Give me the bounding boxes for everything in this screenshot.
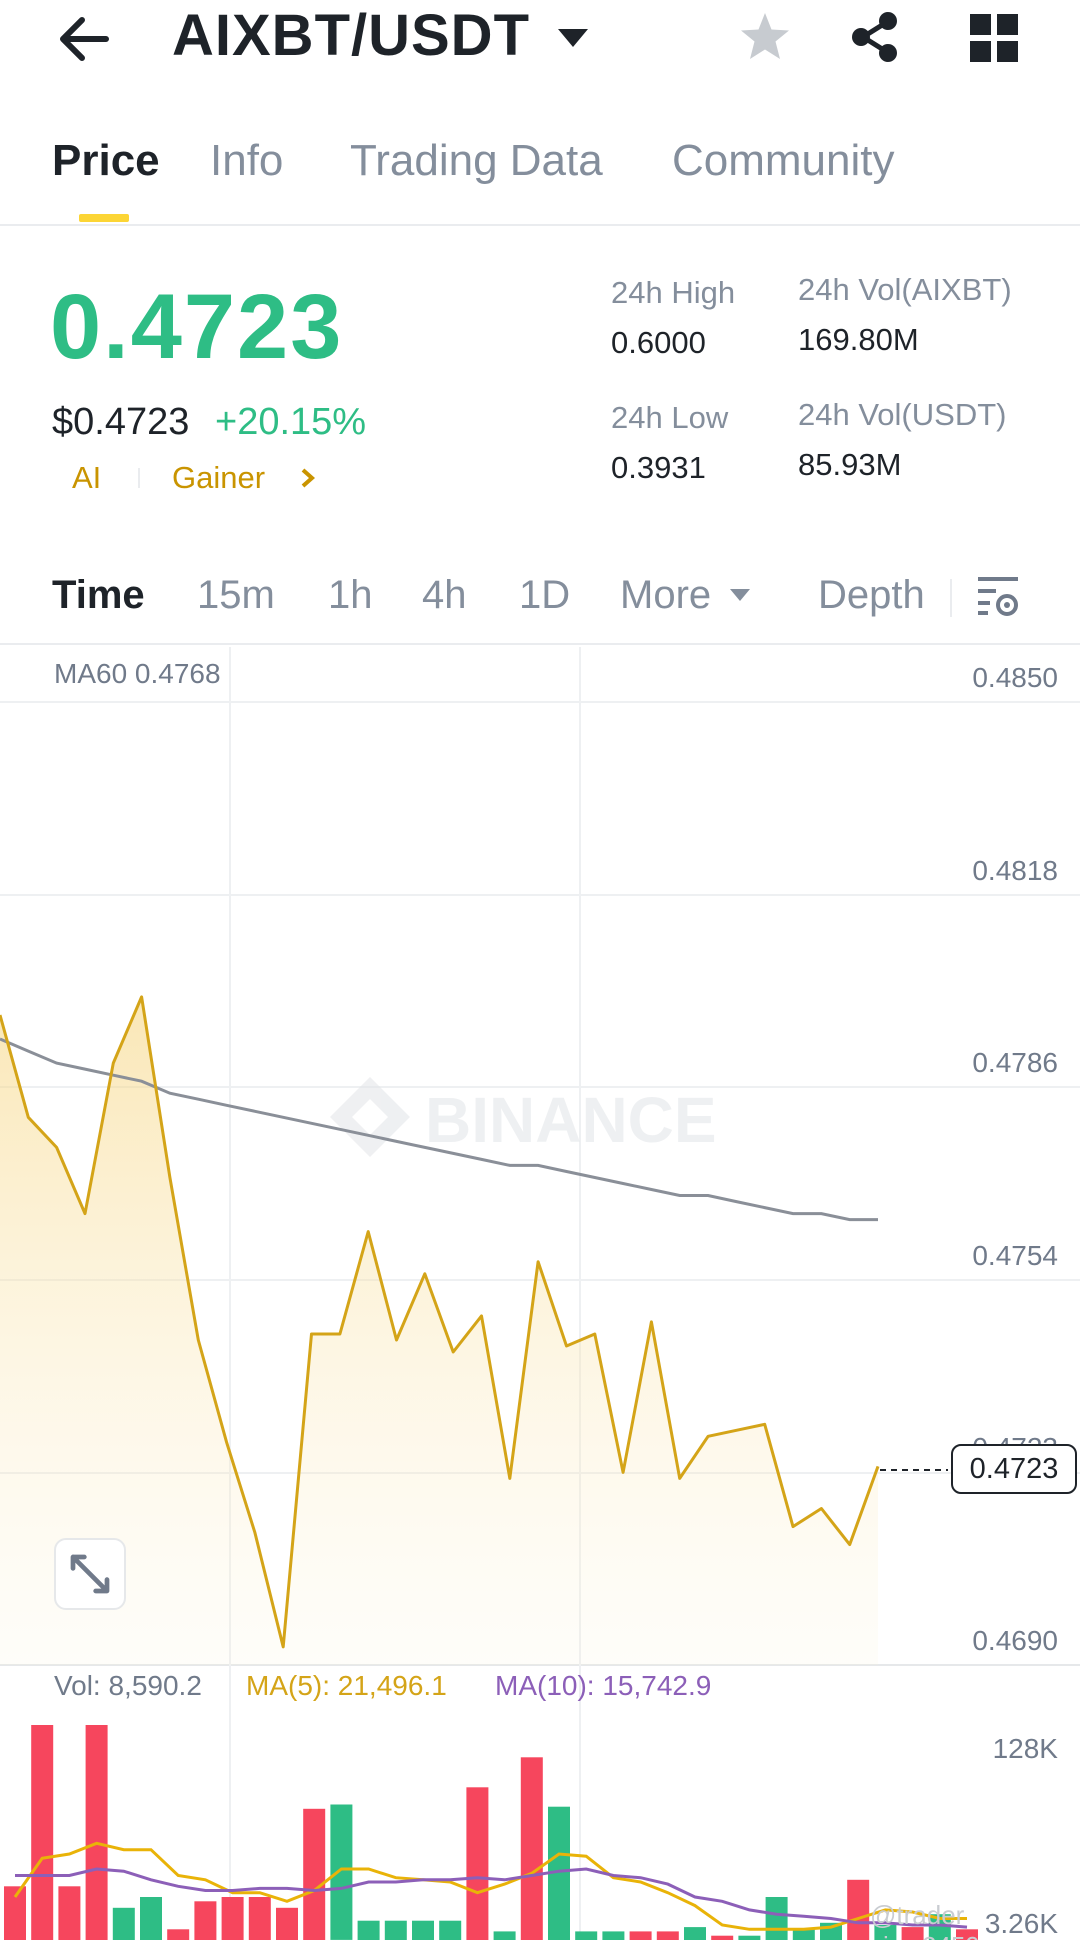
volume-bar bbox=[412, 1920, 434, 1940]
volume-bar bbox=[711, 1935, 734, 1940]
tag-divider bbox=[138, 468, 140, 488]
volume-bar bbox=[58, 1886, 81, 1940]
low-label: 24h Low bbox=[611, 400, 729, 435]
interval-15m[interactable]: 15m bbox=[197, 573, 275, 618]
last-price: 0.4723 bbox=[50, 276, 344, 378]
grid-icon[interactable] bbox=[968, 12, 1020, 64]
interval-1h[interactable]: 1h bbox=[328, 573, 373, 618]
volume-bar bbox=[738, 1935, 761, 1940]
vol-base-value: 169.80M bbox=[798, 322, 919, 357]
star-icon[interactable] bbox=[736, 8, 794, 66]
volume-bar bbox=[248, 1897, 271, 1940]
price-change-percent: +20.15% bbox=[215, 401, 367, 443]
price-chart[interactable]: BINANCE 0.4850 0.4818 0.4786 0.4754 0.47… bbox=[0, 647, 1080, 1940]
volume-bar bbox=[629, 1931, 652, 1940]
tab-trading-data[interactable]: Trading Data bbox=[350, 136, 603, 186]
price-axis-label: 0.4690 bbox=[972, 1625, 1058, 1656]
volume-bar bbox=[31, 1725, 54, 1940]
binance-watermark: BINANCE bbox=[330, 1077, 717, 1157]
price-axis-label: 0.4818 bbox=[972, 855, 1058, 886]
interval-bar: Time 15m 1h 4h 1D More Depth bbox=[0, 565, 1080, 645]
high-value: 0.6000 bbox=[611, 325, 706, 360]
usd-price: $0.4723 bbox=[52, 401, 190, 443]
volume-bar bbox=[602, 1931, 625, 1940]
tab-community[interactable]: Community bbox=[672, 136, 895, 186]
volume-bar bbox=[656, 1931, 679, 1940]
interval-4h[interactable]: 4h bbox=[422, 573, 467, 618]
current-price-tag: 0.4723 bbox=[951, 1444, 1077, 1494]
tab-bar: Price Info Trading Data Community bbox=[0, 130, 1080, 226]
high-label: 24h High bbox=[611, 275, 736, 310]
vol-base-label: 24h Vol(AIXBT) bbox=[798, 272, 1012, 307]
volume-bar bbox=[792, 1929, 815, 1940]
price-axis: 0.4850 0.4818 0.4786 0.4754 0.4723 0.469… bbox=[972, 662, 1058, 1656]
vol-quote-label: 24h Vol(USDT) bbox=[798, 397, 1007, 432]
volume-ma5-legend: MA(5): 21,496.1 bbox=[246, 1670, 447, 1701]
volume-bar bbox=[684, 1927, 706, 1940]
ma60-legend: MA60 0.4768 bbox=[54, 658, 221, 690]
interval-more[interactable]: More bbox=[620, 573, 711, 618]
pair-title[interactable]: AIXBT/USDT bbox=[172, 2, 530, 69]
volume-bar bbox=[765, 1897, 788, 1940]
chevron-down-icon[interactable] bbox=[555, 26, 591, 50]
volume-bar bbox=[140, 1897, 162, 1940]
price-axis-label: 0.4850 bbox=[972, 662, 1058, 693]
volume-bar bbox=[466, 1787, 489, 1940]
interval-1d[interactable]: 1D bbox=[519, 573, 570, 618]
tag-ai[interactable]: AI bbox=[72, 460, 101, 496]
tab-price[interactable]: Price bbox=[52, 136, 160, 186]
back-arrow-icon[interactable] bbox=[52, 4, 122, 74]
price-axis-label: 0.4786 bbox=[972, 1047, 1058, 1078]
volume-bar bbox=[194, 1901, 217, 1940]
interval-time[interactable]: Time bbox=[52, 573, 145, 618]
chevron-right-icon[interactable] bbox=[298, 464, 318, 492]
credit-watermark: @trader view2459 bbox=[870, 1900, 980, 1940]
volume-bar bbox=[167, 1929, 190, 1940]
tab-info[interactable]: Info bbox=[210, 136, 283, 186]
vol-quote-value: 85.93M bbox=[798, 447, 902, 482]
tag-gainer[interactable]: Gainer bbox=[172, 460, 265, 496]
volume-bar bbox=[575, 1931, 598, 1940]
volume-legend: Vol: 8,590.2 bbox=[54, 1670, 202, 1701]
price-axis-label: 0.4754 bbox=[972, 1240, 1058, 1271]
volume-bar bbox=[520, 1757, 543, 1940]
volume-bar bbox=[493, 1931, 516, 1940]
volume-bar bbox=[439, 1920, 462, 1940]
volume-bar bbox=[4, 1886, 26, 1940]
caret-down-icon[interactable] bbox=[728, 587, 752, 603]
volume-bar bbox=[847, 1879, 870, 1940]
share-icon[interactable] bbox=[846, 8, 904, 66]
low-value: 0.3931 bbox=[611, 450, 706, 485]
volume-axis-top: 128K bbox=[993, 1733, 1059, 1764]
expand-chart-icon[interactable] bbox=[54, 1538, 126, 1610]
interval-divider bbox=[950, 579, 952, 617]
depth-button[interactable]: Depth bbox=[818, 573, 925, 618]
volume-bar bbox=[384, 1920, 407, 1940]
active-tab-indicator bbox=[79, 214, 129, 222]
watermark-text: BINANCE bbox=[425, 1084, 717, 1156]
volume-bar bbox=[221, 1897, 244, 1940]
volume-bar bbox=[303, 1808, 326, 1940]
volume-bar bbox=[330, 1804, 353, 1940]
volume-ma10-legend: MA(10): 15,742.9 bbox=[495, 1670, 712, 1701]
volume-bar bbox=[357, 1920, 380, 1940]
chart-settings-icon[interactable] bbox=[974, 571, 1022, 619]
volume-bar bbox=[112, 1907, 135, 1940]
volume-bar bbox=[85, 1725, 108, 1940]
volume-bar bbox=[276, 1907, 298, 1940]
top-bar: AIXBT/USDT bbox=[0, 0, 1080, 80]
